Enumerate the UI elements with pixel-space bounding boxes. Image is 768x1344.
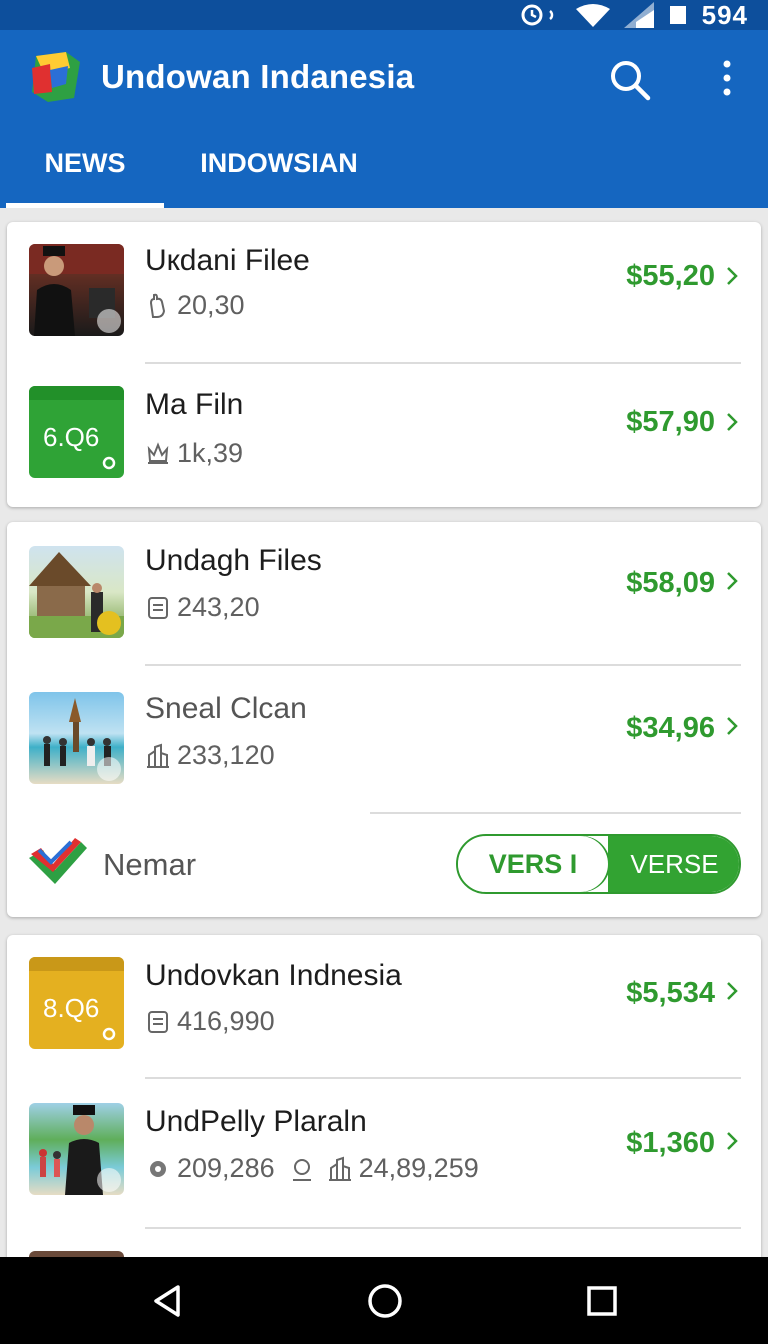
- item-meta: 209,286 24,89,259: [145, 1153, 479, 1184]
- item-meta-value: 416,990: [177, 1006, 275, 1036]
- item-meta-value: 243,20: [177, 592, 260, 622]
- gear-icon: [102, 456, 116, 470]
- item-price: $5,534: [626, 977, 715, 1009]
- hand-icon: [149, 293, 166, 318]
- item-meta-value: 1k,39: [177, 438, 244, 468]
- gear-icon: [150, 1160, 166, 1177]
- item-meta-value-2: 24,89,259: [358, 1153, 479, 1183]
- version-option-right[interactable]: VERSE: [608, 836, 739, 892]
- chevron-right-icon[interactable]: [725, 265, 739, 287]
- version-segmented-control: VERS I VERSE: [456, 834, 741, 894]
- list-item[interactable]: Uкdani Filee 20,30 $55,20: [7, 222, 761, 364]
- thumbnail-text: 8.Q6: [43, 993, 100, 1023]
- card: 8.Q6 Undovkan Indnesia 416,990 $5,534 Un…: [7, 935, 761, 1265]
- tab-bar: NEWS INDOWSIAN: [0, 130, 768, 208]
- signal-icon: [623, 2, 654, 28]
- status-bar: 594: [0, 0, 768, 30]
- toggle-label: Nemar: [103, 847, 197, 882]
- app-title: Undowan Indanesia: [101, 58, 415, 95]
- item-meta-value: 20,30: [177, 290, 245, 320]
- item-meta: 416,990: [145, 1006, 275, 1037]
- version-option-left[interactable]: VERS I: [458, 836, 608, 892]
- item-title: Undagh Files: [145, 544, 322, 577]
- chevron-right-icon[interactable]: [725, 1130, 739, 1152]
- item-thumbnail: [29, 244, 124, 336]
- search-icon[interactable]: [606, 56, 652, 102]
- alarm-icon: [521, 4, 553, 26]
- system-nav-bar: [0, 1257, 768, 1344]
- item-meta-value: 209,286: [177, 1153, 275, 1183]
- card: Uкdani Filee 20,30 $55,20 6.Q6 Ma Filn 1…: [7, 222, 761, 507]
- badge-icon: [97, 1168, 121, 1192]
- badge-icon: [97, 757, 121, 781]
- home-icon[interactable]: [365, 1281, 405, 1321]
- tab-indicator: [6, 203, 164, 208]
- app-logo-icon: [32, 52, 80, 102]
- item-title: Uкdani Filee: [145, 244, 310, 277]
- item-thumbnail: 8.Q6: [29, 957, 124, 1049]
- receipt-icon: [148, 596, 168, 619]
- item-meta: 233,120: [145, 740, 275, 771]
- more-options-icon[interactable]: [712, 58, 742, 98]
- crown-icon: [147, 441, 169, 464]
- building-icon: [328, 1156, 351, 1181]
- item-thumbnail: [29, 546, 124, 638]
- item-thumbnail: [29, 1103, 124, 1195]
- wifi-icon: [575, 4, 610, 27]
- item-price: $34,96: [626, 712, 715, 744]
- back-icon[interactable]: [148, 1281, 188, 1321]
- item-price: $57,90: [626, 406, 715, 438]
- list-item[interactable]: 6.Q6 Ma Filn 1k,39 $57,90: [7, 364, 761, 507]
- gear-icon: [102, 1027, 116, 1041]
- item-title: Undovkan Indnesia: [145, 959, 402, 992]
- app-bar: Undowan Indanesia NEWS INDOWSIAN: [0, 30, 768, 208]
- chevron-right-icon[interactable]: [725, 980, 739, 1002]
- item-thumbnail: 6.Q6: [29, 386, 124, 478]
- item-price: $1,360: [626, 1127, 715, 1159]
- chevron-right-icon[interactable]: [725, 570, 739, 592]
- tab-indowsian[interactable]: INDOWSIAN: [178, 148, 380, 208]
- battery-level: 594: [701, 0, 748, 30]
- item-price: $58,09: [626, 567, 715, 599]
- pin-icon: [292, 1158, 311, 1181]
- battery-icon: [669, 6, 686, 24]
- badge-icon: [97, 611, 121, 635]
- chevron-right-icon[interactable]: [725, 715, 739, 737]
- chevron-right-icon[interactable]: [725, 411, 739, 433]
- item-meta: 1k,39: [145, 438, 243, 469]
- divider: [145, 1227, 741, 1229]
- receipt-icon: [148, 1010, 168, 1033]
- list-item[interactable]: Sneal Clcan 233,120 $34,96: [7, 666, 761, 812]
- item-title: UndPelly Plaraln: [145, 1105, 367, 1138]
- thumbnail-text: 6.Q6: [43, 422, 100, 452]
- list-item[interactable]: Undagh Files 243,20 $58,09: [7, 522, 761, 664]
- building-icon: [147, 743, 169, 768]
- item-price: $55,20: [626, 260, 715, 292]
- item-meta-value: 233,120: [177, 740, 275, 770]
- checkmark-logo-icon: [29, 838, 87, 884]
- list-item[interactable]: UndPelly Plaraln 209,286 24,89,259 $1,36…: [7, 1079, 761, 1227]
- version-toggle-row: Nemar VERS I VERSE: [7, 814, 761, 917]
- list-item[interactable]: 8.Q6 Undovkan Indnesia 416,990 $5,534: [7, 935, 761, 1077]
- badge-icon: [97, 309, 121, 333]
- item-meta: 20,30: [145, 290, 245, 321]
- item-thumbnail: [29, 692, 124, 784]
- item-title: Sneal Clcan: [145, 692, 307, 725]
- card: Undagh Files 243,20 $58,09 Sneal Clcan 2…: [7, 522, 761, 917]
- tab-news[interactable]: NEWS: [6, 148, 164, 208]
- item-title: Ma Filn: [145, 388, 244, 421]
- recents-icon[interactable]: [582, 1281, 622, 1321]
- item-meta: 243,20: [145, 592, 260, 623]
